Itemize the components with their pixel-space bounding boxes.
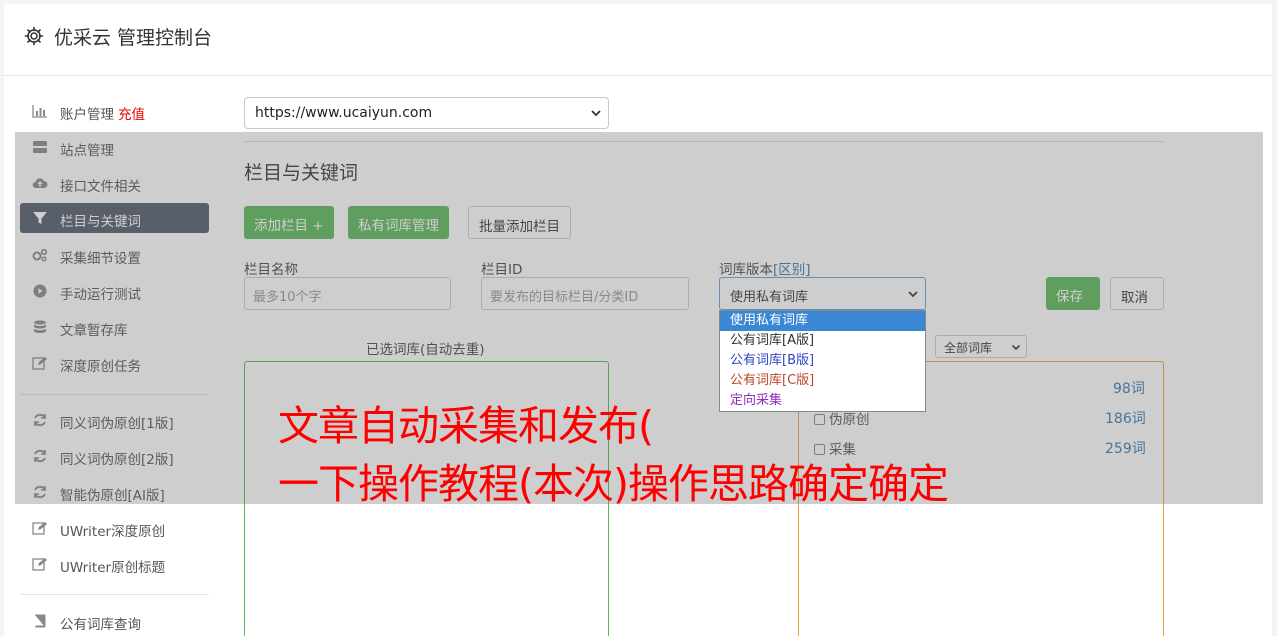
sidebar-item-ai-rewrite[interactable]: 智能伪原创[AI版]	[20, 477, 209, 507]
column-name-label: 栏目名称	[244, 262, 298, 278]
private-library-button[interactable]: 私有词库管理	[348, 206, 449, 239]
edit-icon	[32, 357, 47, 370]
sidebar-item-label: 接口文件相关	[60, 179, 141, 195]
edit-icon	[32, 558, 47, 571]
cloud-upload-icon	[32, 178, 48, 189]
library-row-label: 伪原创	[829, 412, 870, 428]
sidebar-item-synonym-v1[interactable]: 同义词伪原创[1版]	[20, 405, 209, 435]
column-id-input[interactable]: 要发布的目标栏目/分类ID	[481, 277, 689, 310]
library-version-text: 词库版本	[719, 262, 773, 278]
gear-icon	[24, 26, 44, 46]
book-icon	[35, 614, 46, 628]
edit-icon	[32, 522, 47, 535]
sidebar-item-label: 账户管理	[60, 107, 114, 123]
library-row-count: 259词	[1105, 441, 1146, 457]
sidebar-item-public-library[interactable]: 公有词库查询	[20, 606, 209, 636]
sidebar-item-collect-settings[interactable]: 采集细节设置	[20, 240, 209, 270]
dropdown-option[interactable]: 公有词库[B版]	[720, 351, 925, 371]
site-select[interactable]: https://www.ucaiyun.com	[244, 97, 609, 129]
sidebar-item-uwriter-title[interactable]: UWriter原创标题	[20, 549, 209, 579]
cancel-button[interactable]: 取消	[1110, 277, 1164, 310]
sidebar-item-article-store[interactable]: 文章暂存库	[20, 312, 209, 342]
sidebar-item-label: 同义词伪原创[1版]	[60, 416, 174, 432]
library-filter-value: 全部词库	[944, 341, 993, 355]
selected-library-title: 已选词库(自动去重)	[366, 342, 485, 358]
chevron-down-icon	[1011, 344, 1021, 351]
sidebar-item-label: 同义词伪原创[2版]	[60, 452, 174, 468]
recharge-link[interactable]: 充值	[118, 107, 145, 123]
bar-chart-icon	[32, 105, 47, 118]
sidebar-item-label: 深度原创任务	[60, 359, 141, 375]
sidebar-item-label: 手动运行测试	[60, 287, 141, 303]
gears-icon	[32, 248, 48, 262]
batch-add-column-button[interactable]: 批量添加栏目	[468, 206, 571, 239]
library-version-label: 词库版本[区别]	[719, 258, 811, 278]
section-divider	[244, 141, 1164, 142]
sidebar-item-account[interactable]: 账户管理 充值	[20, 96, 209, 126]
sidebar-item-label: 文章暂存库	[60, 323, 128, 339]
library-row-count: 186词	[1105, 411, 1146, 427]
dropdown-option[interactable]: 公有词库[A版]	[720, 331, 925, 351]
dropdown-option[interactable]: 公有词库[C版]	[720, 371, 925, 391]
dropdown-option[interactable]: 定向采集	[720, 391, 925, 411]
sidebar-divider	[20, 594, 209, 595]
add-column-button[interactable]: 添加栏目 +	[244, 206, 334, 239]
chevron-down-icon	[591, 110, 601, 117]
sidebar-item-sites[interactable]: 站点管理	[20, 132, 209, 162]
library-version-select[interactable]: 使用私有词库	[719, 277, 926, 310]
sidebar-item-label: 站点管理	[60, 143, 114, 159]
library-checkbox[interactable]	[814, 414, 825, 425]
page-title: 优采云 管理控制台	[54, 27, 213, 49]
chevron-down-icon	[908, 291, 918, 298]
sidebar-item-label: 采集细节设置	[60, 251, 141, 267]
library-filter-select[interactable]: 全部词库	[935, 335, 1027, 358]
caption-line-2: 一下操作教程(本次)操作思路确定确定	[278, 460, 949, 508]
sidebar-item-synonym-v2[interactable]: 同义词伪原创[2版]	[20, 441, 209, 471]
section-title: 栏目与关键词	[244, 162, 359, 184]
sidebar-divider	[20, 394, 209, 395]
play-circle-icon	[33, 284, 47, 298]
sidebar-item-label: UWriter原创标题	[60, 560, 166, 576]
refresh-icon	[34, 413, 46, 427]
sidebar-item-label: UWriter深度原创	[60, 524, 166, 540]
sidebar-item-uwriter-deep[interactable]: UWriter深度原创	[20, 513, 209, 543]
library-version-value: 使用私有词库	[730, 290, 809, 305]
sidebar-item-interface[interactable]: 接口文件相关	[20, 168, 209, 198]
dropdown-option[interactable]: 使用私有词库	[720, 311, 925, 331]
sidebar-item-manual-test[interactable]: 手动运行测试	[20, 276, 209, 306]
sidebar-item-label: 栏目与关键词	[60, 214, 141, 230]
server-icon	[33, 141, 47, 153]
library-row-count: 98词	[1113, 381, 1145, 397]
filter-icon	[33, 212, 47, 224]
sidebar-item-label: 智能伪原创[AI版]	[60, 488, 165, 504]
sidebar-item-label: 公有词库查询	[60, 617, 141, 633]
difference-link[interactable]: [区别]	[773, 262, 811, 278]
database-icon	[34, 320, 46, 333]
caption-line-1: 文章自动采集和发布(	[278, 402, 654, 450]
library-version-dropdown[interactable]: 使用私有词库 公有词库[A版] 公有词库[B版] 公有词库[C版] 定向采集	[719, 310, 926, 412]
save-button[interactable]: 保存	[1046, 277, 1100, 310]
refresh-icon	[34, 485, 46, 499]
sidebar-item-deep-original[interactable]: 深度原创任务	[20, 348, 209, 378]
site-select-value: https://www.ucaiyun.com	[255, 105, 433, 121]
column-name-input[interactable]: 最多10个字	[244, 277, 451, 310]
column-id-label: 栏目ID	[481, 262, 523, 278]
header: 优采云 管理控制台	[4, 4, 1272, 76]
refresh-icon	[34, 449, 46, 463]
sidebar-item-columns[interactable]: 栏目与关键词	[20, 203, 209, 233]
